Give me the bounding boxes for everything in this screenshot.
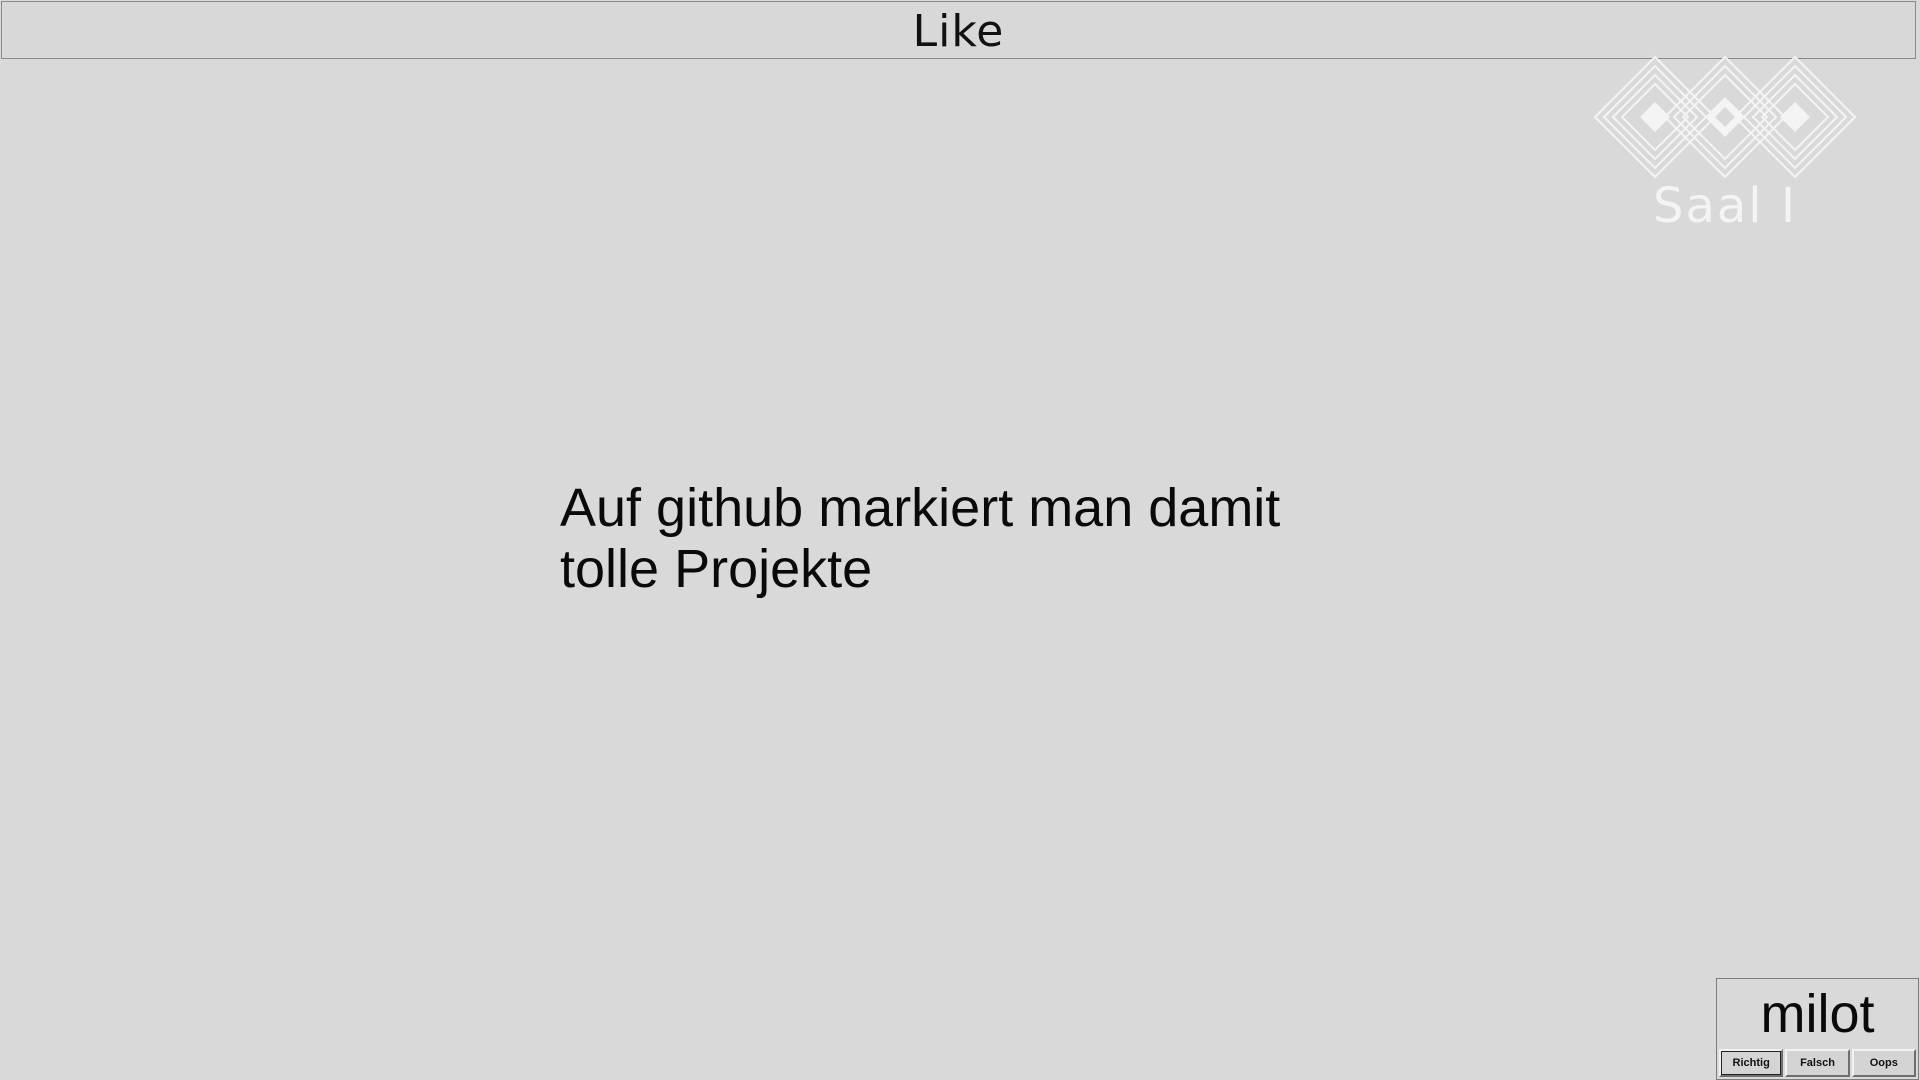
quiz-screen: Like Saal I Auf github markiert man dami… [0,0,1920,1080]
player-panel: milot Richtig Falsch Oops [1716,978,1919,1080]
answer-button-row: Richtig Falsch Oops [1719,1049,1916,1077]
title-bar: Like [1,1,1916,59]
question-line: tolle Projekte [560,539,873,599]
wrong-button[interactable]: Falsch [1785,1049,1850,1077]
room-label: Saal I [1652,178,1798,234]
oops-button[interactable]: Oops [1851,1049,1916,1077]
question-text: Auf github markiert man damit tolle Proj… [560,478,1460,600]
correct-button[interactable]: Richtig [1719,1049,1784,1077]
category-title: Like [912,6,1005,57]
question-line: Auf github markiert man damit [560,478,1281,538]
player-name: milot [1760,984,1875,1044]
event-logo-graphic [1593,55,1857,179]
